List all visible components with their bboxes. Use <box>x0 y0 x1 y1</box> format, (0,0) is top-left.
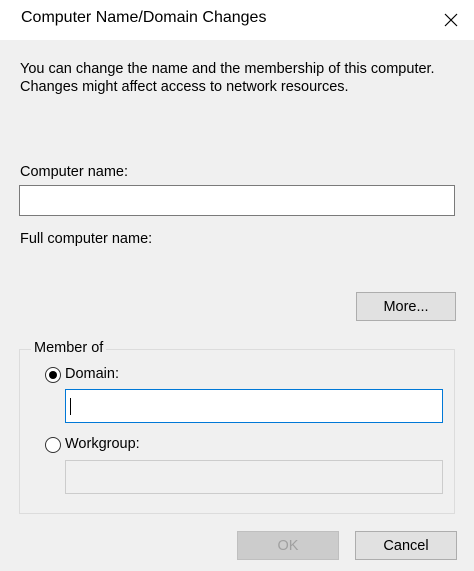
title-bar: Computer Name/Domain Changes <box>0 0 474 40</box>
cancel-button[interactable]: Cancel <box>355 531 457 560</box>
full-computer-name-label: Full computer name: <box>20 231 153 247</box>
computer-name-dialog: Computer Name/Domain Changes You can cha… <box>0 0 474 571</box>
computer-name-input[interactable] <box>19 185 455 216</box>
radio-selected-dot <box>49 371 57 379</box>
member-of-legend: Member of <box>31 340 107 356</box>
dialog-title: Computer Name/Domain Changes <box>21 9 267 26</box>
workgroup-input[interactable] <box>65 460 443 494</box>
description-text: You can change the name and the membersh… <box>20 61 435 95</box>
computer-name-label: Computer name: <box>20 164 128 180</box>
workgroup-radio[interactable] <box>45 437 61 453</box>
domain-radio[interactable] <box>45 367 61 383</box>
text-caret <box>70 398 71 415</box>
more-button[interactable]: More... <box>356 292 456 321</box>
domain-label: Domain: <box>65 366 119 382</box>
close-icon <box>444 13 458 27</box>
close-button[interactable] <box>428 0 474 40</box>
ok-button[interactable]: OK <box>237 531 339 560</box>
workgroup-label: Workgroup: <box>65 436 140 452</box>
domain-input[interactable] <box>65 389 443 423</box>
